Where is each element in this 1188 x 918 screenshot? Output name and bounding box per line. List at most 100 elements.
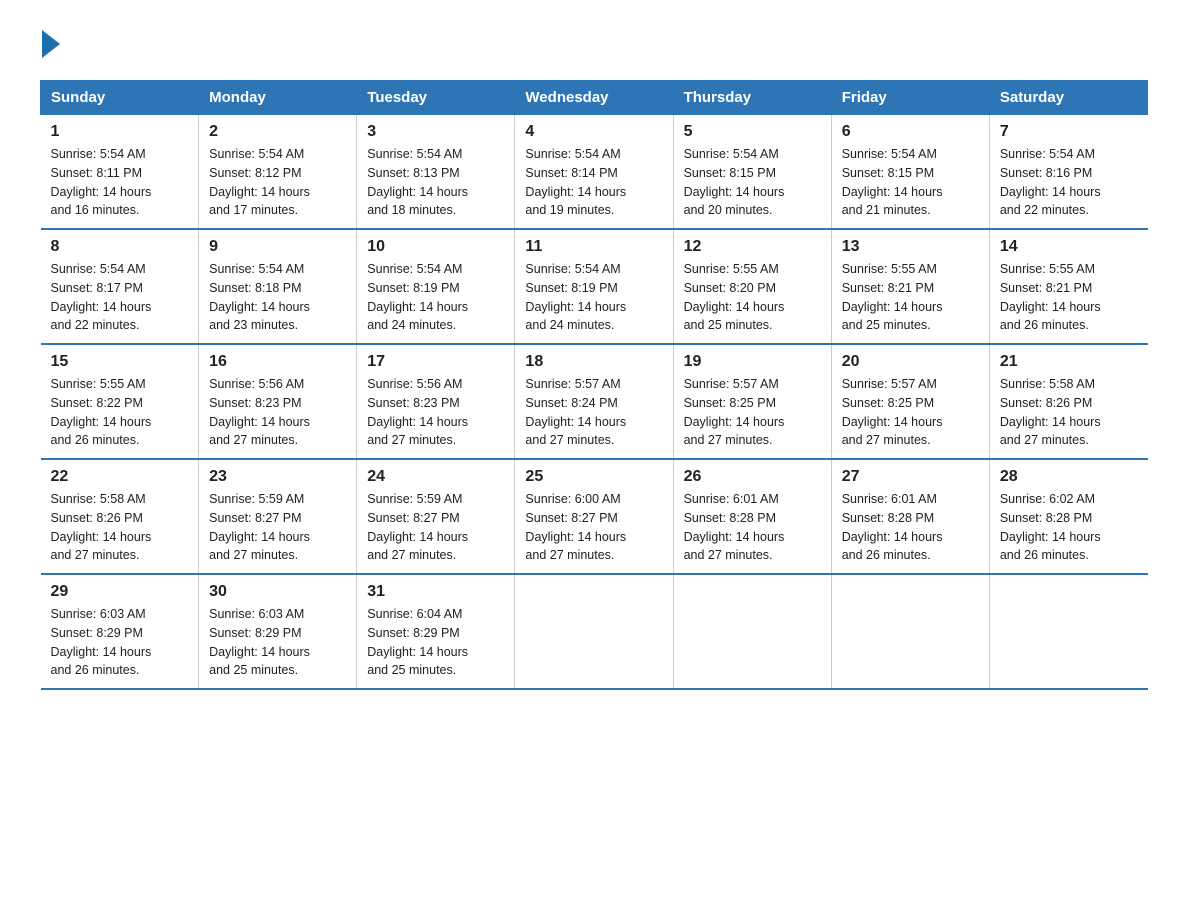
day-info: Sunrise: 5:54 AM Sunset: 8:12 PM Dayligh… [209,145,346,220]
calendar-cell: 11 Sunrise: 5:54 AM Sunset: 8:19 PM Dayl… [515,229,673,344]
calendar-cell: 31 Sunrise: 6:04 AM Sunset: 8:29 PM Dayl… [357,574,515,689]
sunrise-label: Sunrise: 5:57 AM [684,377,779,391]
sunrise-label: Sunrise: 6:03 AM [209,607,304,621]
calendar-cell: 8 Sunrise: 5:54 AM Sunset: 8:17 PM Dayli… [41,229,199,344]
day-info: Sunrise: 6:02 AM Sunset: 8:28 PM Dayligh… [1000,490,1138,565]
sunset-label: Sunset: 8:29 PM [367,626,459,640]
calendar-cell: 16 Sunrise: 5:56 AM Sunset: 8:23 PM Dayl… [199,344,357,459]
daylight-value: and 27 minutes. [842,433,931,447]
daylight-value: and 27 minutes. [367,433,456,447]
sunset-label: Sunset: 8:12 PM [209,166,301,180]
day-info: Sunrise: 5:54 AM Sunset: 8:15 PM Dayligh… [684,145,821,220]
daylight-value: and 25 minutes. [842,318,931,332]
calendar-table: Sunday Monday Tuesday Wednesday Thursday… [40,80,1148,690]
calendar-cell: 13 Sunrise: 5:55 AM Sunset: 8:21 PM Dayl… [831,229,989,344]
calendar-cell: 12 Sunrise: 5:55 AM Sunset: 8:20 PM Dayl… [673,229,831,344]
day-info: Sunrise: 6:03 AM Sunset: 8:29 PM Dayligh… [209,605,346,680]
daylight-value: and 19 minutes. [525,203,614,217]
calendar-cell [831,574,989,689]
sunset-label: Sunset: 8:25 PM [842,396,934,410]
day-number: 8 [51,238,189,256]
day-number: 26 [684,468,821,486]
sunset-label: Sunset: 8:18 PM [209,281,301,295]
calendar-cell: 28 Sunrise: 6:02 AM Sunset: 8:28 PM Dayl… [989,459,1147,574]
day-info: Sunrise: 6:00 AM Sunset: 8:27 PM Dayligh… [525,490,662,565]
daylight-value: and 27 minutes. [684,548,773,562]
daylight-value: and 27 minutes. [367,548,456,562]
day-info: Sunrise: 5:55 AM Sunset: 8:22 PM Dayligh… [51,375,189,450]
calendar-cell: 27 Sunrise: 6:01 AM Sunset: 8:28 PM Dayl… [831,459,989,574]
day-info: Sunrise: 5:54 AM Sunset: 8:19 PM Dayligh… [367,260,504,335]
day-number: 4 [525,123,662,141]
day-number: 22 [51,468,189,486]
daylight-value: and 21 minutes. [842,203,931,217]
sunset-label: Sunset: 8:29 PM [51,626,143,640]
sunrise-label: Sunrise: 5:56 AM [367,377,462,391]
calendar-cell: 24 Sunrise: 5:59 AM Sunset: 8:27 PM Dayl… [357,459,515,574]
day-number: 15 [51,353,189,371]
day-number: 13 [842,238,979,256]
calendar-cell: 4 Sunrise: 5:54 AM Sunset: 8:14 PM Dayli… [515,115,673,230]
calendar-cell: 9 Sunrise: 5:54 AM Sunset: 8:18 PM Dayli… [199,229,357,344]
logo [40,30,60,60]
day-info: Sunrise: 5:56 AM Sunset: 8:23 PM Dayligh… [209,375,346,450]
daylight-label: Daylight: 14 hours [209,185,310,199]
day-info: Sunrise: 5:59 AM Sunset: 8:27 PM Dayligh… [209,490,346,565]
daylight-label: Daylight: 14 hours [1000,415,1101,429]
sunset-label: Sunset: 8:21 PM [842,281,934,295]
day-info: Sunrise: 5:57 AM Sunset: 8:25 PM Dayligh… [684,375,821,450]
daylight-value: and 16 minutes. [51,203,140,217]
daylight-label: Daylight: 14 hours [209,645,310,659]
day-info: Sunrise: 5:54 AM Sunset: 8:13 PM Dayligh… [367,145,504,220]
day-info: Sunrise: 6:04 AM Sunset: 8:29 PM Dayligh… [367,605,504,680]
daylight-value: and 17 minutes. [209,203,298,217]
sunset-label: Sunset: 8:24 PM [525,396,617,410]
day-number: 31 [367,583,504,601]
calendar-cell: 30 Sunrise: 6:03 AM Sunset: 8:29 PM Dayl… [199,574,357,689]
calendar-week-row: 22 Sunrise: 5:58 AM Sunset: 8:26 PM Dayl… [41,459,1148,574]
day-info: Sunrise: 6:01 AM Sunset: 8:28 PM Dayligh… [684,490,821,565]
sunrise-label: Sunrise: 5:58 AM [1000,377,1095,391]
day-info: Sunrise: 5:54 AM Sunset: 8:19 PM Dayligh… [525,260,662,335]
sunset-label: Sunset: 8:14 PM [525,166,617,180]
sunset-label: Sunset: 8:27 PM [209,511,301,525]
daylight-value: and 24 minutes. [367,318,456,332]
daylight-label: Daylight: 14 hours [525,185,626,199]
day-info: Sunrise: 5:54 AM Sunset: 8:17 PM Dayligh… [51,260,189,335]
day-info: Sunrise: 5:55 AM Sunset: 8:20 PM Dayligh… [684,260,821,335]
day-info: Sunrise: 5:59 AM Sunset: 8:27 PM Dayligh… [367,490,504,565]
day-info: Sunrise: 5:58 AM Sunset: 8:26 PM Dayligh… [51,490,189,565]
day-number: 7 [1000,123,1138,141]
logo-triangle-icon [42,30,60,58]
calendar-body: 1 Sunrise: 5:54 AM Sunset: 8:11 PM Dayli… [41,115,1148,690]
sunrise-label: Sunrise: 5:55 AM [684,262,779,276]
sunrise-label: Sunrise: 6:04 AM [367,607,462,621]
sunrise-label: Sunrise: 5:54 AM [209,147,304,161]
day-number: 3 [367,123,504,141]
calendar-cell: 15 Sunrise: 5:55 AM Sunset: 8:22 PM Dayl… [41,344,199,459]
daylight-label: Daylight: 14 hours [842,415,943,429]
daylight-label: Daylight: 14 hours [367,530,468,544]
day-number: 16 [209,353,346,371]
sunrise-label: Sunrise: 5:55 AM [1000,262,1095,276]
calendar-cell: 5 Sunrise: 5:54 AM Sunset: 8:15 PM Dayli… [673,115,831,230]
daylight-label: Daylight: 14 hours [684,530,785,544]
calendar-week-row: 29 Sunrise: 6:03 AM Sunset: 8:29 PM Dayl… [41,574,1148,689]
sunrise-label: Sunrise: 5:56 AM [209,377,304,391]
day-number: 6 [842,123,979,141]
header-friday: Friday [831,81,989,115]
sunset-label: Sunset: 8:11 PM [51,166,143,180]
sunset-label: Sunset: 8:16 PM [1000,166,1092,180]
daylight-value: and 22 minutes. [51,318,140,332]
calendar-cell: 29 Sunrise: 6:03 AM Sunset: 8:29 PM Dayl… [41,574,199,689]
day-number: 2 [209,123,346,141]
sunrise-label: Sunrise: 5:54 AM [684,147,779,161]
daylight-label: Daylight: 14 hours [1000,185,1101,199]
day-number: 5 [684,123,821,141]
day-info: Sunrise: 6:01 AM Sunset: 8:28 PM Dayligh… [842,490,979,565]
daylight-value: and 26 minutes. [51,433,140,447]
sunrise-label: Sunrise: 5:54 AM [525,147,620,161]
day-number: 17 [367,353,504,371]
sunrise-label: Sunrise: 5:54 AM [525,262,620,276]
day-info: Sunrise: 5:54 AM Sunset: 8:14 PM Dayligh… [525,145,662,220]
